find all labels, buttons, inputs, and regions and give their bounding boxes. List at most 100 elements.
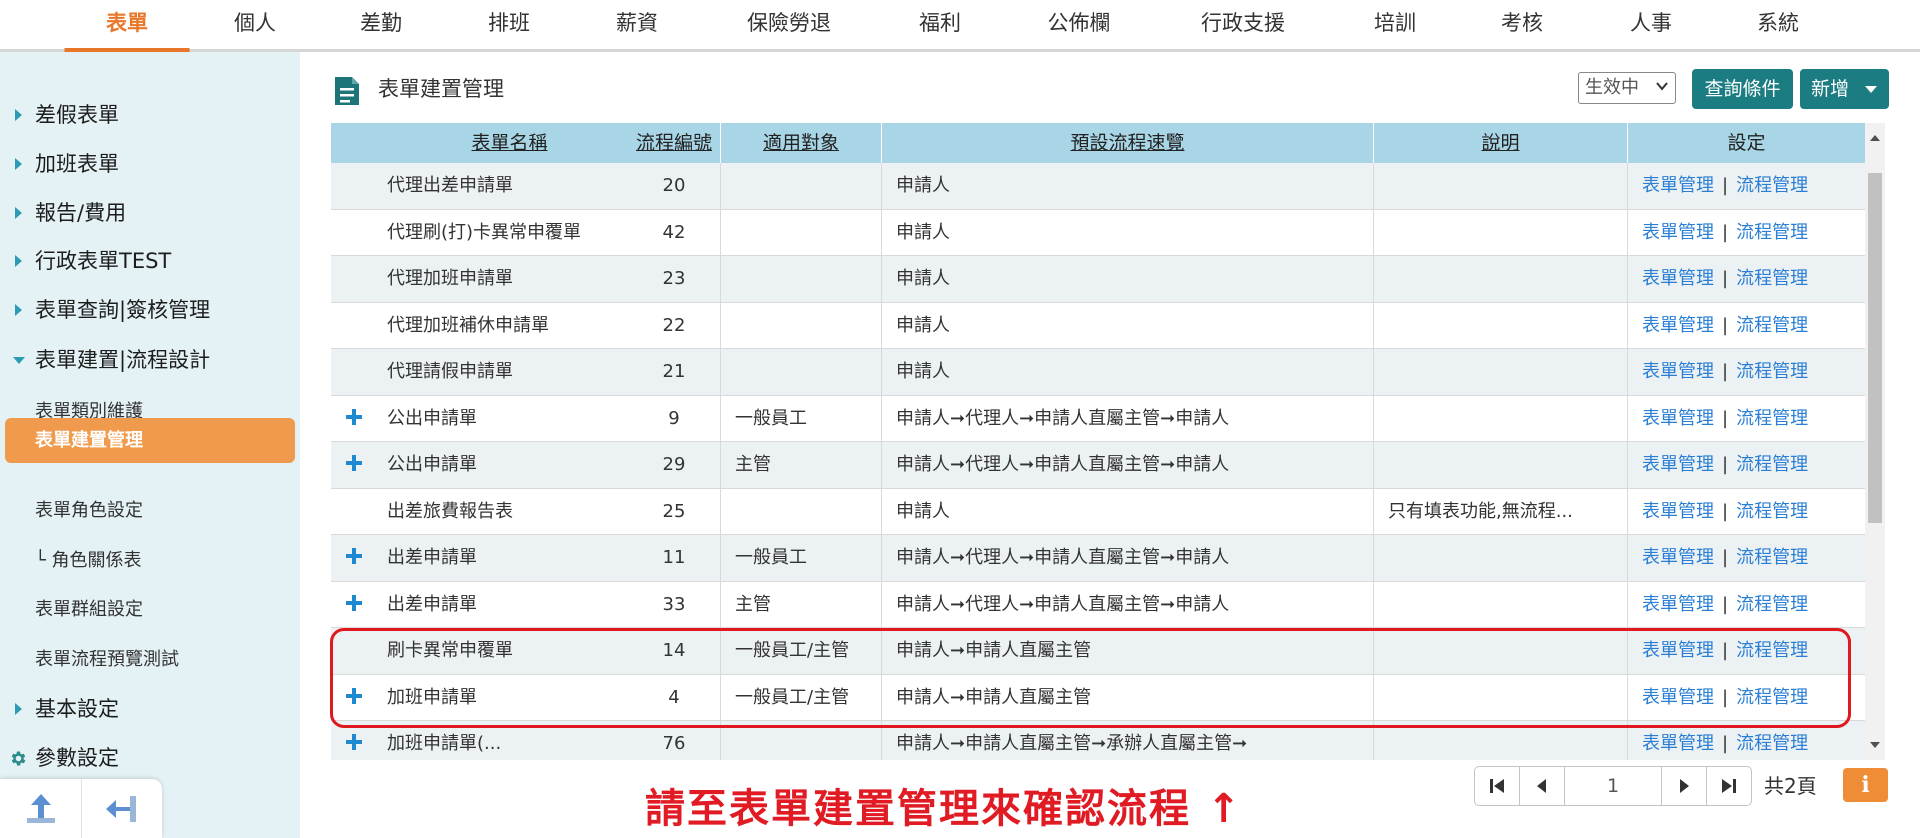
expand-plus-icon[interactable] [346,408,362,425]
nav-tab-0[interactable]: 表單 [64,0,190,52]
expand-plus-icon[interactable] [346,455,362,471]
nav-tab-7[interactable]: 公佈欄 [1019,0,1139,49]
form-management-link[interactable]: 表單管理 [1642,361,1714,382]
sidebar-category-admin-forms-test[interactable]: 行政表單TEST [0,241,300,281]
expand-plus-icon[interactable] [346,594,362,611]
flow-management-link[interactable]: 流程管理 [1736,361,1808,382]
nav-tab-9[interactable]: 培訓 [1345,0,1445,49]
cell-name: 代理加班申請單 [387,268,513,289]
flow-management-link[interactable]: 流程管理 [1736,222,1808,243]
flow-management-link[interactable]: 流程管理 [1736,547,1808,568]
cell-settings: 表單管理 | 流程管理 [1627,581,1865,628]
form-management-link[interactable]: 表單管理 [1642,640,1714,661]
status-select[interactable]: 生效中 [1578,72,1676,104]
table-row[interactable]: 刷卡異常申覆單 14 一般員工/主管 申請人➞申請人直屬主管 表單管理 | 流程管理 [331,628,1865,675]
nav-tab-3[interactable]: 排班 [459,0,559,49]
sidebar-category-parameter-settings[interactable]: 參數設定 [0,738,300,778]
table-row[interactable]: 公出申請單 9 一般員工 申請人➞代理人➞申請人直屬主管➞申請人 表單管理 | 流程管理 [331,395,1865,442]
form-management-link[interactable]: 表單管理 [1642,547,1714,568]
nav-tab-12[interactable]: 系統 [1728,0,1828,49]
sidebar-item-form-flow-preview-test[interactable]: 表單流程預覽測試 [0,640,300,680]
first-page-button[interactable] [1474,766,1520,806]
sidebar-item-form-build-management[interactable]: 表單建置管理 [5,418,295,463]
flow-management-link[interactable]: 流程管理 [1736,454,1808,475]
flow-management-link[interactable]: 流程管理 [1736,501,1808,522]
sidebar-item-form-role-settings[interactable]: 表單角色設定 [0,491,300,531]
table-row[interactable]: 加班申請單 4 一般員工/主管 申請人➞申請人直屬主管 表單管理 | 流程管理 [331,674,1865,721]
column-header-description[interactable]: 說明 [1373,123,1627,163]
form-management-link[interactable]: 表單管理 [1642,222,1714,243]
table-row[interactable]: 出差申請單 11 一般員工 申請人➞代理人➞申請人直屬主管➞申請人 表單管理 | 流程管理 [331,535,1865,582]
table-row[interactable]: 加班申請單(... 76 申請人➞申請人直屬主管➞承辦人直屬主管➞ 表單管理 | 流程管理 [331,721,1865,760]
cell-desc: 只有填表功能,無流程... [1373,488,1627,535]
nav-tab-4[interactable]: 薪資 [587,0,687,49]
scrollbar-thumb[interactable] [1868,173,1882,523]
column-header-flow-number[interactable]: 流程編號 [628,123,720,163]
table-row[interactable]: 出差旅費報告表 25 申請人 只有填表功能,無流程... 表單管理 | 流程管理 [331,488,1865,535]
nav-tab-2[interactable]: 差勤 [331,0,431,49]
nav-tab-1[interactable]: 個人 [205,0,305,49]
table-scrollbar[interactable] [1865,123,1885,760]
expand-plus-icon[interactable] [346,734,362,750]
link-separator: | [1722,454,1729,475]
nav-tab-10[interactable]: 考核 [1472,0,1572,49]
sidebar-category-form-query-approval[interactable]: 表單查詢|簽核管理 [0,290,300,330]
sidebar-item-role-relation-table[interactable]: └ 角色關係表 [0,541,300,581]
sidebar-category-leave-forms[interactable]: 差假表單 [0,95,300,135]
scroll-down-arrow-icon[interactable] [1870,742,1880,748]
table-row[interactable]: 出差申請單 33 主管 申請人➞代理人➞申請人直屬主管➞申請人 表單管理 | 流程管理 [331,581,1865,628]
expand-plus-icon[interactable] [346,687,362,704]
sidebar-category-label: 參數設定 [35,746,119,770]
nav-tab-6[interactable]: 福利 [890,0,990,49]
column-header-flow-preview[interactable]: 預設流程速覽 [881,123,1373,163]
table-row[interactable]: 代理刷(打)卡異常申覆單 42 申請人 表單管理 | 流程管理 [331,209,1865,256]
sidebar-item-form-group-settings[interactable]: 表單群組設定 [0,590,300,630]
form-management-link[interactable]: 表單管理 [1642,733,1714,754]
collapse-sidebar-button[interactable] [81,779,162,838]
form-management-link[interactable]: 表單管理 [1642,408,1714,429]
form-management-link[interactable]: 表單管理 [1642,315,1714,336]
flow-management-link[interactable]: 流程管理 [1736,640,1808,661]
link-separator: | [1722,407,1729,429]
column-header-form-name[interactable]: 表單名稱 [331,123,628,163]
form-management-link[interactable]: 表單管理 [1642,687,1714,708]
page-number-input[interactable]: 1 [1564,766,1662,806]
sidebar-category-form-build-flow-design[interactable]: 表單建置|流程設計 [0,340,300,380]
sidebar-category-overtime-forms[interactable]: 加班表單 [0,144,300,184]
form-management-link[interactable]: 表單管理 [1642,175,1714,196]
flow-management-link[interactable]: 流程管理 [1736,268,1808,289]
expand-plus-icon[interactable] [346,548,362,564]
info-button[interactable]: i [1843,768,1888,802]
last-page-button[interactable] [1706,766,1752,806]
form-management-link[interactable]: 表單管理 [1642,268,1714,289]
flow-management-link[interactable]: 流程管理 [1736,175,1808,196]
flow-management-link[interactable]: 流程管理 [1736,408,1808,429]
table-row[interactable]: 公出申請單 29 主管 申請人➞代理人➞申請人直屬主管➞申請人 表單管理 | 流程管理 [331,442,1865,489]
flow-management-link[interactable]: 流程管理 [1736,733,1808,754]
form-management-link[interactable]: 表單管理 [1642,454,1714,475]
sidebar-category-basic-settings[interactable]: 基本設定 [0,689,300,729]
next-page-button[interactable] [1661,766,1707,806]
scroll-up-arrow-icon[interactable] [1870,135,1880,141]
upload-button[interactable] [0,779,81,838]
sidebar-category-report-expense[interactable]: 報告/費用 [0,193,300,233]
nav-tab-8[interactable]: 行政支援 [1173,0,1313,49]
form-management-link[interactable]: 表單管理 [1642,501,1714,522]
link-separator: | [1722,500,1729,522]
add-button[interactable]: 新增 [1800,69,1889,109]
nav-tab-11[interactable]: 人事 [1601,0,1701,49]
previous-page-button[interactable] [1519,766,1565,806]
table-row[interactable]: 代理請假申請單 21 申請人 表單管理 | 流程管理 [331,349,1865,396]
form-management-link[interactable]: 表單管理 [1642,594,1714,615]
column-header-target[interactable]: 適用對象 [720,123,881,163]
cell-settings: 表單管理 | 流程管理 [1627,674,1865,721]
table-row[interactable]: 代理加班申請單 23 申請人 表單管理 | 流程管理 [331,256,1865,303]
flow-management-link[interactable]: 流程管理 [1736,594,1808,615]
table-row[interactable]: 代理加班補休申請單 22 申請人 表單管理 | 流程管理 [331,302,1865,349]
flow-management-link[interactable]: 流程管理 [1736,687,1808,708]
flow-management-link[interactable]: 流程管理 [1736,315,1808,336]
query-conditions-button[interactable]: 查詢條件 [1692,69,1793,109]
annotation-text: 請至表單建置管理來確認流程 ↑ [645,786,1243,832]
table-row[interactable]: 代理出差申請單 20 申請人 表單管理 | 流程管理 [331,163,1865,210]
nav-tab-5[interactable]: 保險勞退 [719,0,859,49]
